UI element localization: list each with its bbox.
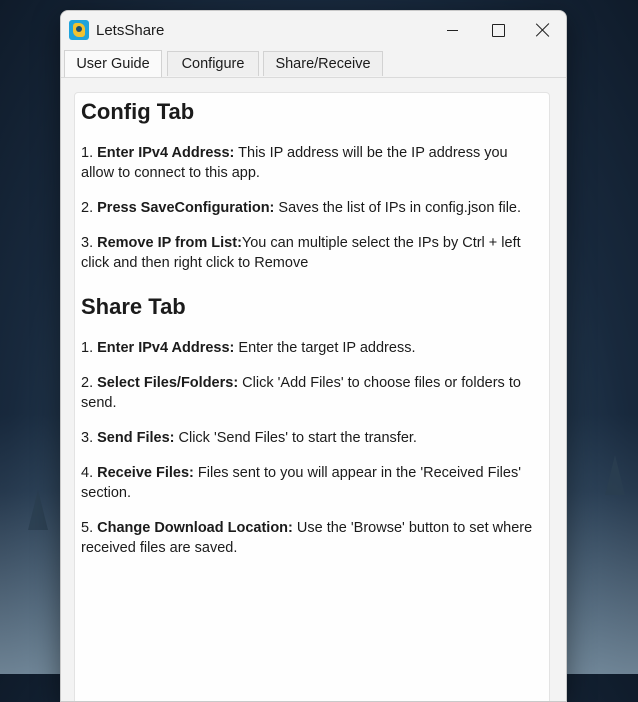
user-guide-panel[interactable]: Config Tab 1. Enter IPv4 Address: This I… — [74, 92, 550, 701]
minimize-button[interactable] — [429, 11, 475, 49]
tab-bar: User Guide Configure Share/Receive — [61, 50, 566, 78]
minimize-icon — [446, 29, 458, 31]
app-icon — [69, 20, 89, 40]
config-tab-heading: Config Tab — [81, 99, 195, 124]
maximize-icon — [491, 23, 505, 37]
tree-silhouette — [28, 490, 48, 530]
share-item-4: 4. Receive Files: Files sent to you will… — [81, 465, 521, 501]
close-button[interactable] — [520, 11, 566, 49]
tab-configure[interactable]: Configure — [167, 51, 259, 76]
app-window: LetsShare User Guide Configure Share/Rec… — [60, 10, 567, 702]
share-item-5: 5. Change Download Location: Use the 'Br… — [81, 520, 533, 556]
config-item-1: 1. Enter IPv4 Address: This IP address w… — [81, 145, 508, 181]
config-item-2: 2. Press SaveConfiguration: Saves the li… — [81, 200, 522, 216]
tab-user-guide[interactable]: User Guide — [64, 50, 162, 77]
close-icon — [536, 23, 550, 37]
share-item-1: 1. Enter IPv4 Address: Enter the target … — [81, 340, 416, 356]
tab-share-receive[interactable]: Share/Receive — [263, 51, 383, 76]
maximize-button[interactable] — [475, 11, 521, 49]
title-bar[interactable]: LetsShare — [61, 11, 566, 49]
share-item-3: 3. Send Files: Click 'Send Files' to sta… — [81, 430, 417, 446]
share-tab-heading: Share Tab — [81, 294, 186, 319]
config-item-3: 3. Remove IP from List:You can multiple … — [81, 235, 521, 271]
tree-silhouette — [605, 455, 625, 495]
window-title: LetsShare — [96, 21, 165, 39]
share-item-2: 2. Select Files/Folders: Click 'Add File… — [81, 375, 521, 411]
